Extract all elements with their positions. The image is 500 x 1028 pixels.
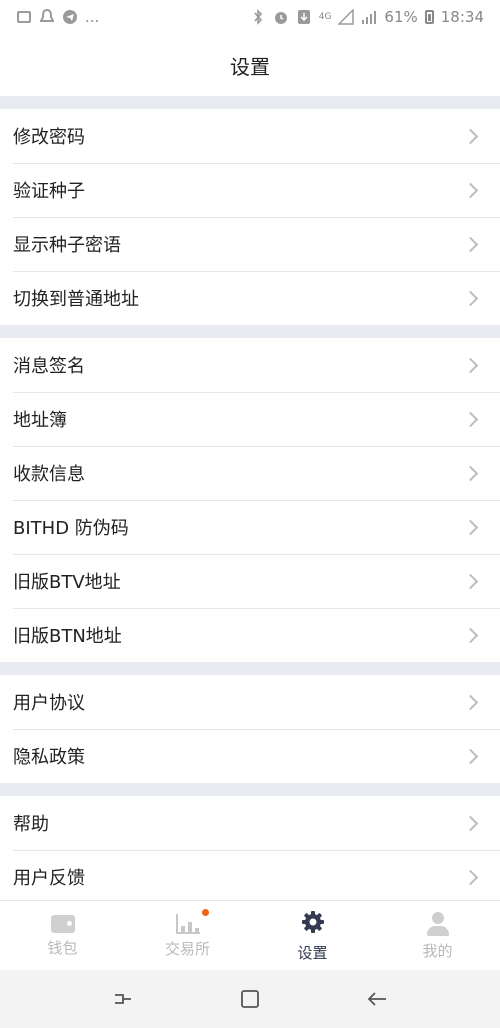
telegram-icon bbox=[62, 9, 78, 25]
chevron-right-icon bbox=[462, 694, 479, 710]
settings-item-label: 消息签名 bbox=[13, 356, 85, 377]
status-right: 4G 61% 18:34 bbox=[250, 8, 484, 26]
settings-item-privacy-policy[interactable]: 隐私政策 bbox=[0, 729, 500, 783]
chevron-right-icon bbox=[462, 357, 479, 373]
group-divider bbox=[0, 325, 500, 338]
settings-item-feedback[interactable]: 用户反馈 bbox=[0, 850, 500, 904]
cell-signal-icon bbox=[361, 9, 377, 25]
settings-item-show-seed-phrase[interactable]: 显示种子密语 bbox=[0, 217, 500, 271]
tab-exchange[interactable]: 交易所 bbox=[125, 901, 250, 971]
settings-item-label: 切换到普通地址 bbox=[13, 289, 139, 310]
tab-label: 交易所 bbox=[164, 939, 210, 958]
settings-item-label: 用户协议 bbox=[13, 693, 85, 714]
settings-item-change-password[interactable]: 修改密码 bbox=[0, 109, 500, 163]
settings-list: 修改密码 验证种子 显示种子密语 切换到普通地址 消息签名 地址簿 收款信息 B… bbox=[0, 96, 500, 904]
android-nav-bar bbox=[0, 970, 500, 1028]
settings-item-label: 显示种子密语 bbox=[13, 235, 121, 256]
user-icon bbox=[426, 911, 449, 936]
back-arrow-icon bbox=[367, 992, 386, 1006]
settings-item-label: 旧版BTN地址 bbox=[13, 626, 122, 647]
recent-apps-button[interactable] bbox=[103, 979, 143, 1019]
settings-item-legacy-btv[interactable]: 旧版BTV地址 bbox=[0, 554, 500, 608]
status-bar: ... 4G 61% 18:34 bbox=[0, 0, 500, 34]
back-button[interactable] bbox=[357, 979, 397, 1019]
more-notifications: ... bbox=[85, 8, 100, 26]
notification-badge bbox=[202, 909, 209, 916]
page-title: 设置 bbox=[230, 54, 270, 79]
settings-item-verify-seed[interactable]: 验证种子 bbox=[0, 163, 500, 217]
chevron-right-icon bbox=[462, 748, 479, 764]
settings-item-switch-address[interactable]: 切换到普通地址 bbox=[0, 271, 500, 325]
clock-time: 18:34 bbox=[440, 8, 484, 26]
settings-item-label: 用户反馈 bbox=[13, 868, 85, 889]
settings-item-address-book[interactable]: 地址簿 bbox=[0, 392, 500, 446]
settings-group-legal: 用户协议 隐私政策 bbox=[0, 675, 500, 783]
settings-item-label: 收款信息 bbox=[13, 464, 85, 485]
chevron-right-icon bbox=[462, 465, 479, 481]
chevron-right-icon bbox=[462, 290, 479, 306]
settings-group-tools: 消息签名 地址簿 收款信息 BITHD 防伪码 旧版BTV地址 旧版BTN地址 bbox=[0, 338, 500, 662]
download-icon bbox=[296, 9, 312, 25]
home-icon bbox=[241, 990, 259, 1008]
battery-icon bbox=[424, 10, 434, 24]
tab-wallet[interactable]: 钱包 bbox=[0, 901, 125, 971]
alarm-icon bbox=[273, 9, 289, 25]
settings-item-label: 修改密码 bbox=[13, 127, 85, 148]
settings-item-label: 验证种子 bbox=[13, 181, 85, 202]
settings-item-label: 帮助 bbox=[13, 814, 49, 835]
settings-item-legacy-btn[interactable]: 旧版BTN地址 bbox=[0, 608, 500, 662]
group-divider bbox=[0, 783, 500, 796]
network-type: 4G bbox=[318, 12, 332, 22]
chevron-right-icon bbox=[462, 573, 479, 589]
chevron-right-icon bbox=[462, 128, 479, 144]
bottom-tab-bar: 钱包 交易所 设置 我的 bbox=[0, 900, 500, 971]
chevron-right-icon bbox=[462, 869, 479, 885]
chevron-right-icon bbox=[462, 519, 479, 535]
group-divider bbox=[0, 662, 500, 675]
settings-item-receive-info[interactable]: 收款信息 bbox=[0, 446, 500, 500]
bluetooth-icon bbox=[250, 9, 266, 25]
tab-settings[interactable]: 设置 bbox=[250, 901, 375, 971]
status-left: ... bbox=[16, 8, 99, 26]
chevron-right-icon bbox=[462, 411, 479, 427]
gallery-notification-icon bbox=[16, 9, 32, 25]
settings-item-message-sign[interactable]: 消息签名 bbox=[0, 338, 500, 392]
tab-label: 我的 bbox=[422, 941, 453, 960]
settings-group-support: 帮助 用户反馈 bbox=[0, 796, 500, 904]
recent-apps-icon bbox=[115, 994, 132, 1004]
page-header: 设置 bbox=[0, 34, 500, 96]
settings-item-label: 隐私政策 bbox=[13, 747, 85, 768]
gear-icon bbox=[301, 910, 325, 938]
chevron-right-icon bbox=[462, 236, 479, 252]
chevron-right-icon bbox=[462, 815, 479, 831]
wifi-signal-icon bbox=[338, 9, 355, 25]
settings-item-user-agreement[interactable]: 用户协议 bbox=[0, 675, 500, 729]
settings-item-label: BITHD 防伪码 bbox=[13, 518, 129, 539]
settings-item-help[interactable]: 帮助 bbox=[0, 796, 500, 850]
tab-label: 设置 bbox=[297, 943, 328, 962]
wallet-icon bbox=[50, 914, 75, 933]
chart-icon bbox=[175, 913, 200, 934]
settings-item-label: 旧版BTV地址 bbox=[13, 572, 121, 593]
settings-group-security: 修改密码 验证种子 显示种子密语 切换到普通地址 bbox=[0, 109, 500, 325]
settings-item-bithd-code[interactable]: BITHD 防伪码 bbox=[0, 500, 500, 554]
group-divider bbox=[0, 96, 500, 109]
home-button[interactable] bbox=[230, 979, 270, 1019]
tab-label: 钱包 bbox=[47, 938, 78, 957]
battery-percent: 61% bbox=[384, 8, 418, 26]
chevron-right-icon bbox=[462, 627, 479, 643]
chevron-right-icon bbox=[462, 182, 479, 198]
notification-bell-icon bbox=[39, 9, 55, 25]
settings-item-label: 地址簿 bbox=[13, 410, 67, 431]
tab-profile[interactable]: 我的 bbox=[375, 901, 500, 971]
